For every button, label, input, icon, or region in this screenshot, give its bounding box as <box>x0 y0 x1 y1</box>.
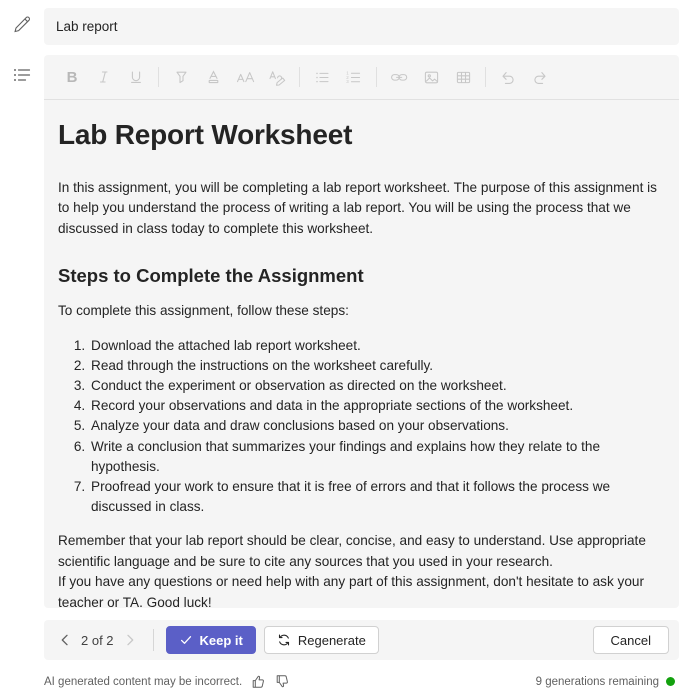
document-content[interactable]: Lab Report Worksheet In this assignment,… <box>44 100 679 608</box>
link-icon[interactable] <box>383 61 415 93</box>
refresh-icon <box>277 633 291 647</box>
document-heading: Lab Report Worksheet <box>58 119 353 150</box>
clear-formatting-icon[interactable] <box>261 61 293 93</box>
toolbar-separator <box>485 67 486 87</box>
left-gutter <box>0 0 44 660</box>
redo-icon[interactable] <box>524 61 556 93</box>
table-icon[interactable] <box>447 61 479 93</box>
keep-it-label: Keep it <box>199 632 243 648</box>
regenerate-button[interactable]: Regenerate <box>263 626 379 654</box>
pagination: 2 of 2 <box>54 628 141 652</box>
assignment-title-input[interactable] <box>56 19 667 34</box>
document-closing-paragraph-1: Remember that your lab report should be … <box>58 533 646 569</box>
image-icon[interactable] <box>415 61 447 93</box>
status-badge <box>666 677 675 686</box>
toolbar-separator <box>376 67 377 87</box>
keep-it-button[interactable]: Keep it <box>165 626 256 654</box>
undo-icon[interactable] <box>492 61 524 93</box>
ai-disclaimer-text: AI generated content may be incorrect. <box>44 675 243 688</box>
list-item: Proofread your work to ensure that it is… <box>89 477 665 517</box>
list-item: Analyze your data and draw conclusions b… <box>89 416 665 436</box>
editor-panel: B 1 2 3 Lab Report Worksheet In this ass… <box>44 55 679 608</box>
toolbar-separator <box>158 67 159 87</box>
footer-right-group: 9 generations remaining <box>536 676 675 688</box>
list-item: Conduct the experiment or observation as… <box>89 376 665 396</box>
bulleted-list-icon[interactable] <box>306 61 338 93</box>
svg-text:3: 3 <box>346 79 349 84</box>
generations-remaining-text: 9 generations remaining <box>535 675 659 688</box>
action-bar: 2 of 2 Keep it Regenerate Cancel <box>44 620 679 660</box>
numbered-list-icon[interactable]: 1 2 3 <box>338 61 370 93</box>
regenerate-label: Regenerate <box>297 632 366 648</box>
thumbs-up-icon[interactable] <box>250 674 266 690</box>
pagination-label: 2 of 2 <box>81 632 114 648</box>
list-item: Read through the instructions on the wor… <box>89 356 665 376</box>
document-steps-list: Download the attached lab report workshe… <box>58 336 665 518</box>
edit-pencil-icon[interactable] <box>7 10 37 40</box>
chevron-left-icon[interactable] <box>54 628 76 652</box>
font-size-icon[interactable] <box>229 61 261 93</box>
underline-icon[interactable] <box>120 61 152 93</box>
action-bar-separator <box>152 629 154 651</box>
footer-bar: AI generated content may be incorrect. 9… <box>0 668 687 695</box>
document-steps-lead: To complete this assignment, follow thes… <box>58 303 349 319</box>
formatting-toolbar: B 1 2 3 <box>44 55 679 100</box>
cancel-button[interactable]: Cancel <box>592 626 669 654</box>
chevron-right-icon[interactable] <box>119 628 141 652</box>
font-color-icon[interactable] <box>197 61 229 93</box>
list-item: Record your observations and data in the… <box>89 396 665 416</box>
list-icon[interactable] <box>7 60 37 90</box>
italic-icon[interactable] <box>88 61 120 93</box>
footer-left-group: AI generated content may be incorrect. <box>44 674 290 690</box>
list-item: Write a conclusion that summarizes your … <box>89 437 665 477</box>
document-closing-paragraph-2: If you have any questions or need help w… <box>58 574 644 608</box>
document-intro-paragraph: In this assignment, you will be completi… <box>58 179 657 236</box>
checkmark-icon <box>179 633 193 647</box>
assignment-editor-window: B <box>0 0 687 695</box>
bold-icon[interactable]: B <box>56 61 88 93</box>
toolbar-separator <box>299 67 300 87</box>
highlight-icon[interactable] <box>165 61 197 93</box>
list-item: Download the attached lab report workshe… <box>89 336 665 356</box>
cancel-label: Cancel <box>610 632 651 648</box>
document-section-heading: Steps to Complete the Assignment <box>58 265 364 287</box>
assignment-title-row[interactable] <box>44 8 679 45</box>
thumbs-down-icon[interactable] <box>274 674 290 690</box>
